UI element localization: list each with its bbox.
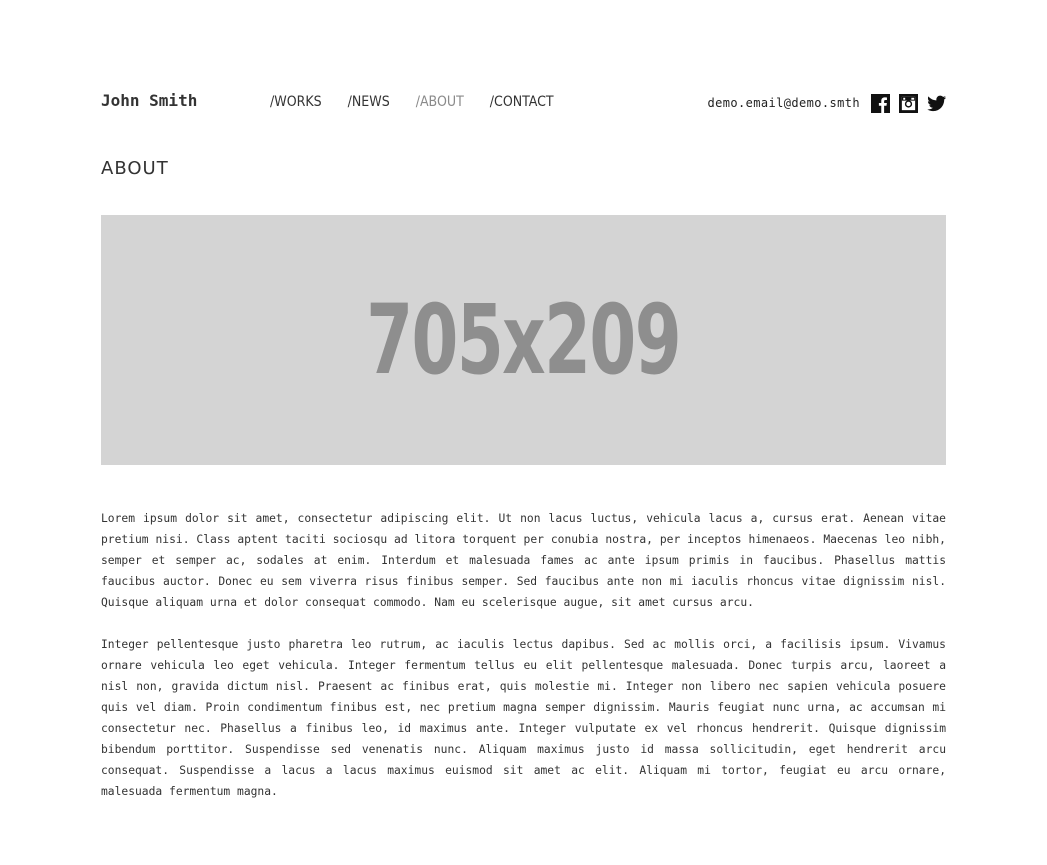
paragraph: Integer pellentesque justo pharetra leo … bbox=[101, 638, 946, 798]
site-logo[interactable]: John Smith bbox=[101, 91, 197, 110]
placeholder-dimensions-label: 705x209 bbox=[366, 284, 682, 396]
main-nav: /WORKS /NEWS /ABOUT /CONTACT bbox=[270, 94, 576, 110]
twitter-icon[interactable] bbox=[927, 94, 946, 113]
nav-works-link[interactable]: /WORKS bbox=[270, 94, 322, 110]
page: John Smith /WORKS /NEWS /ABOUT /CONTACT … bbox=[0, 0, 1047, 865]
facebook-icon[interactable] bbox=[871, 93, 890, 113]
contact-area: demo.email@demo.smth bbox=[708, 92, 946, 114]
instagram-icon[interactable] bbox=[899, 93, 918, 113]
site-header: John Smith /WORKS /NEWS /ABOUT /CONTACT … bbox=[101, 90, 946, 116]
about-content: Lorem ipsum dolor sit amet, consectetur … bbox=[101, 508, 946, 823]
paragraph: Lorem ipsum dolor sit amet, consectetur … bbox=[101, 512, 946, 609]
hero-image-placeholder: 705x209 bbox=[101, 215, 946, 465]
nav-about-link[interactable]: /ABOUT bbox=[416, 94, 464, 110]
nav-contact-link[interactable]: /CONTACT bbox=[490, 94, 554, 110]
page-title: ABOUT bbox=[101, 158, 169, 179]
nav-news-link[interactable]: /NEWS bbox=[348, 94, 390, 110]
email-link[interactable]: demo.email@demo.smth bbox=[708, 96, 861, 110]
